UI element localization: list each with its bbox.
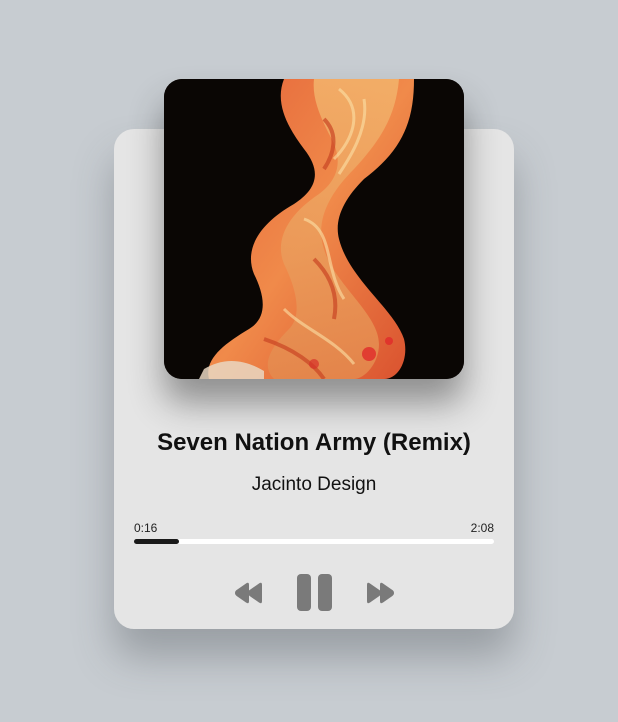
duration: 2:08: [470, 521, 494, 535]
rewind-icon: [235, 582, 262, 604]
pause-icon: [297, 574, 332, 611]
artist-name: Jacinto Design: [251, 474, 377, 495]
track-title: Seven Nation Army (Remix): [157, 429, 471, 456]
pause-button[interactable]: [296, 574, 334, 611]
fast-forward-button[interactable]: [364, 580, 396, 606]
fast-forward-icon: [367, 582, 394, 604]
progress-bar[interactable]: [134, 539, 494, 544]
rewind-button[interactable]: [233, 580, 265, 606]
current-time: 0:16: [134, 521, 158, 535]
album-art: [164, 79, 464, 379]
progress-fill: [134, 539, 179, 544]
